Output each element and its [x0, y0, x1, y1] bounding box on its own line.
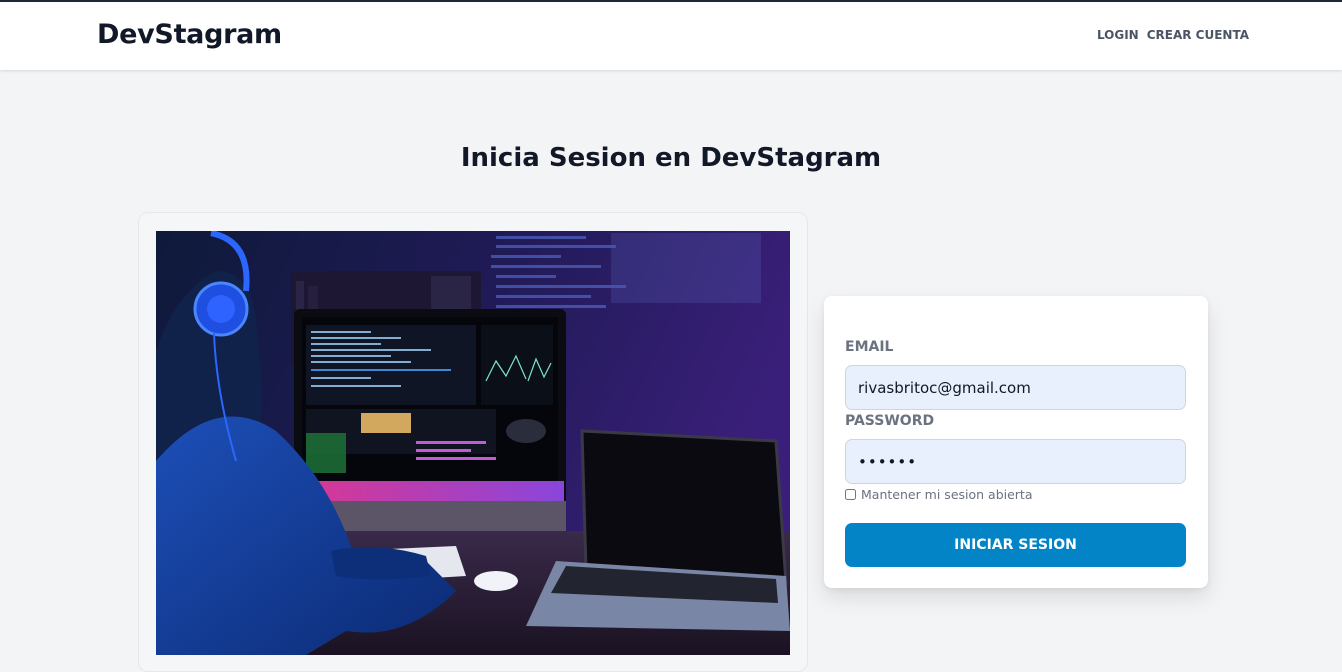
login-form: EMAIL PASSWORD Mantener mi sesion abiert…: [824, 296, 1208, 588]
hero-image: [156, 231, 790, 655]
remember-row: Mantener mi sesion abierta: [845, 487, 1033, 502]
nav-links: LOGIN CREAR CUENTA: [1097, 28, 1249, 42]
password-field[interactable]: [845, 439, 1186, 484]
page-title: Inicia Sesion en DevStagram: [460, 143, 882, 173]
create-account-link[interactable]: CREAR CUENTA: [1147, 28, 1249, 42]
remember-checkbox[interactable]: [845, 489, 856, 500]
email-field[interactable]: [845, 365, 1186, 410]
login-link[interactable]: LOGIN: [1097, 28, 1139, 42]
login-button[interactable]: INICIAR SESION: [845, 523, 1186, 567]
email-label: EMAIL: [845, 339, 894, 355]
password-label: PASSWORD: [845, 413, 935, 429]
brand-logo[interactable]: DevStagram: [97, 19, 282, 50]
navbar: DevStagram LOGIN CREAR CUENTA: [0, 2, 1342, 70]
remember-label[interactable]: Mantener mi sesion abierta: [861, 487, 1033, 502]
